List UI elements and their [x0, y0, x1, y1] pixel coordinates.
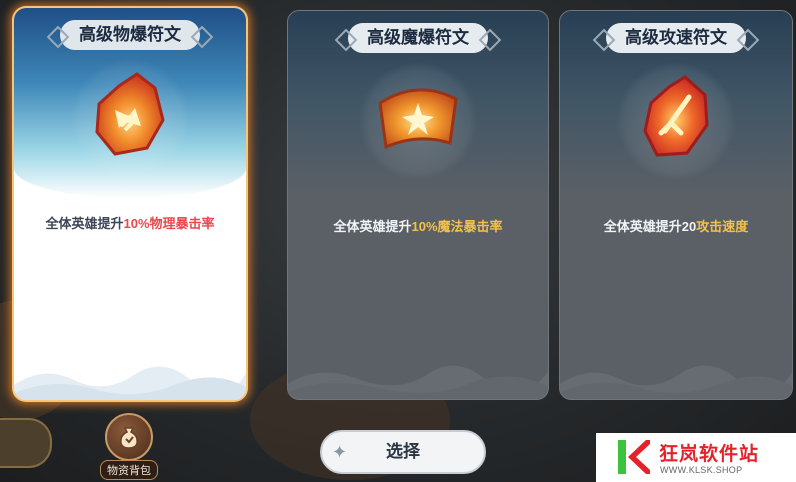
inventory-label: 物资背包: [100, 460, 158, 480]
card-description: 全体英雄提升10%物理暴击率: [14, 213, 246, 232]
rune-card-physical-crit[interactable]: 高级物爆符文 全体英雄提升10%物理暴击率: [14, 8, 246, 400]
attack-speed-rune-icon: [643, 75, 709, 157]
watermark-url: WWW.KLSK.SHOP: [660, 465, 743, 475]
bag-icon: [105, 413, 153, 461]
select-button-label: 选择: [386, 442, 420, 461]
card-description: 全体英雄提升20攻击速度: [560, 216, 792, 235]
desc-prefix: 全体英雄提升20: [603, 219, 697, 234]
desc-prefix: 全体英雄提升: [333, 219, 412, 234]
wave-decoration: [560, 365, 792, 399]
card-title: 高级物爆符文: [60, 20, 200, 50]
watermark-name: 狂岚软件站: [659, 444, 760, 465]
card-title: 高级魔爆符文: [348, 23, 488, 53]
wave-decoration: [288, 365, 548, 399]
desc-highlight: 10%魔法暴击率: [411, 219, 503, 234]
watermark-logo-icon: [618, 440, 650, 474]
physical-crit-rune-icon: [95, 72, 165, 156]
magic-crit-rune-icon: [378, 88, 458, 150]
card-title: 高级攻速符文: [606, 23, 746, 53]
rune-card-attack-speed[interactable]: 高级攻速符文 全体英雄提升20攻击速度: [559, 10, 793, 400]
inventory-bag-button[interactable]: 物资背包: [98, 413, 160, 480]
wave-decoration: [14, 366, 246, 400]
card-description: 全体英雄提升10%魔法暴击率: [288, 216, 548, 235]
rune-card-magic-crit[interactable]: 高级魔爆符文 全体英雄提升10%魔法暴击率: [287, 10, 549, 400]
desc-highlight: 攻击速度: [696, 219, 749, 234]
watermark: 狂岚软件站 WWW.KLSK.SHOP: [596, 433, 796, 482]
left-side-button[interactable]: [0, 418, 52, 468]
desc-prefix: 全体英雄提升: [45, 216, 124, 231]
desc-highlight: 10%物理暴击率: [123, 216, 215, 231]
select-button[interactable]: ✦ 选择: [320, 430, 486, 474]
